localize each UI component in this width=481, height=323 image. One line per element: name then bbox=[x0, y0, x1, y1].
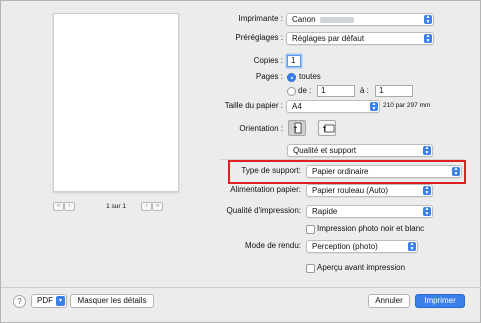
printer-value: Canon bbox=[292, 15, 316, 24]
pages-range-radio[interactable] bbox=[287, 87, 296, 96]
print-quality-select[interactable]: Rapide ▲ ▼ bbox=[306, 205, 433, 218]
paper-source-label: Alimentation papier: bbox=[230, 185, 301, 194]
section-select[interactable]: Qualité et support ▲ ▼ bbox=[287, 144, 433, 157]
next-page-button[interactable]: › bbox=[141, 202, 152, 211]
chevron-updown-icon: ▲ ▼ bbox=[423, 145, 431, 156]
last-page-button[interactable]: » bbox=[152, 202, 163, 211]
presets-select[interactable]: Réglages par défaut ▲ ▼ bbox=[286, 32, 434, 45]
print-quality-label: Qualité d'impression: bbox=[226, 206, 301, 215]
pdf-label: PDF bbox=[37, 296, 53, 305]
print-dialog: « ‹ 1 sur 1 › » Imprimante : Canon ▲ ▼ Pr… bbox=[0, 0, 481, 323]
printer-select[interactable]: Canon ▲ ▼ bbox=[286, 13, 434, 26]
chevron-down-icon: ▾ bbox=[56, 296, 65, 306]
media-type-value: Papier ordinaire bbox=[312, 167, 369, 176]
printer-model-redacted bbox=[319, 16, 354, 23]
paper-source-value: Papier rouleau (Auto) bbox=[312, 186, 389, 195]
preview-checkbox[interactable] bbox=[306, 264, 315, 273]
orientation-label: Orientation : bbox=[239, 124, 283, 133]
hide-details-button[interactable]: Masquer les détails bbox=[70, 294, 154, 308]
footer-divider bbox=[1, 287, 481, 288]
chevron-updown-icon: ▲ ▼ bbox=[424, 14, 432, 25]
pages-label: Pages : bbox=[255, 72, 283, 81]
help-button[interactable]: ? bbox=[13, 295, 26, 308]
media-type-select[interactable]: Papier ordinaire ▲ ▼ bbox=[306, 165, 462, 178]
copies-field[interactable]: 1 bbox=[287, 55, 301, 67]
pages-to-field[interactable]: 1 bbox=[375, 85, 413, 97]
pages-all-label: toutes bbox=[299, 72, 321, 81]
render-mode-label: Mode de rendu: bbox=[244, 241, 301, 250]
paper-source-select[interactable]: Papier rouleau (Auto) ▲ ▼ bbox=[306, 184, 433, 197]
portrait-orientation-button[interactable]: ↑ bbox=[288, 120, 306, 136]
first-page-button[interactable]: « bbox=[53, 202, 64, 211]
portrait-icon: ↑ bbox=[292, 122, 302, 134]
paper-size-label: Taille du papier : bbox=[224, 101, 283, 110]
pages-to-label: à : bbox=[360, 86, 369, 95]
chevron-updown-icon: ▲ ▼ bbox=[423, 185, 431, 196]
render-mode-select[interactable]: Perception (photo) ▲ ▼ bbox=[306, 240, 418, 253]
pages-from-label: de : bbox=[298, 86, 312, 95]
svg-text:↑: ↑ bbox=[292, 125, 299, 134]
chevron-updown-icon: ▲ ▼ bbox=[424, 33, 432, 44]
previous-page-button[interactable]: ‹ bbox=[64, 202, 75, 211]
pages-all-radio[interactable] bbox=[287, 73, 296, 82]
chevron-updown-icon: ▲ ▼ bbox=[408, 241, 416, 252]
print-button[interactable]: Imprimer bbox=[415, 294, 465, 308]
page-preview bbox=[53, 13, 179, 192]
chevron-updown-icon: ▲ ▼ bbox=[370, 101, 378, 112]
landscape-orientation-button[interactable]: ↑ bbox=[318, 120, 336, 136]
pages-from-field[interactable]: 1 bbox=[317, 85, 355, 97]
paper-size-value: A4 bbox=[292, 102, 302, 111]
section-value: Qualité et support bbox=[293, 146, 357, 155]
paper-size-dimensions: 210 par 297 mm bbox=[383, 102, 431, 109]
preview-pager: « ‹ 1 sur 1 › » bbox=[53, 202, 179, 212]
presets-label: Préréglages : bbox=[235, 33, 283, 42]
render-mode-value: Perception (photo) bbox=[312, 242, 378, 251]
copies-label: Copies : bbox=[253, 56, 283, 65]
preview-checkbox-label: Aperçu avant impression bbox=[317, 263, 406, 272]
page-indicator: 1 sur 1 bbox=[106, 203, 126, 210]
grayscale-checkbox[interactable] bbox=[306, 225, 315, 234]
printer-label: Imprimante : bbox=[238, 14, 283, 23]
chevron-updown-icon: ▲ ▼ bbox=[423, 206, 431, 217]
cancel-button[interactable]: Annuler bbox=[368, 294, 410, 308]
pdf-menu-button[interactable]: PDF ▾ bbox=[31, 294, 67, 308]
svg-text:↑: ↑ bbox=[321, 125, 328, 134]
media-type-label: Type de support: bbox=[241, 166, 301, 175]
chevron-updown-icon: ▲ ▼ bbox=[452, 166, 460, 177]
presets-value: Réglages par défaut bbox=[292, 34, 365, 43]
landscape-icon: ↑ bbox=[321, 124, 335, 134]
grayscale-label: Impression photo noir et blanc bbox=[317, 224, 425, 233]
print-quality-value: Rapide bbox=[312, 207, 338, 216]
paper-size-select[interactable]: A4 ▲ ▼ bbox=[286, 100, 380, 113]
